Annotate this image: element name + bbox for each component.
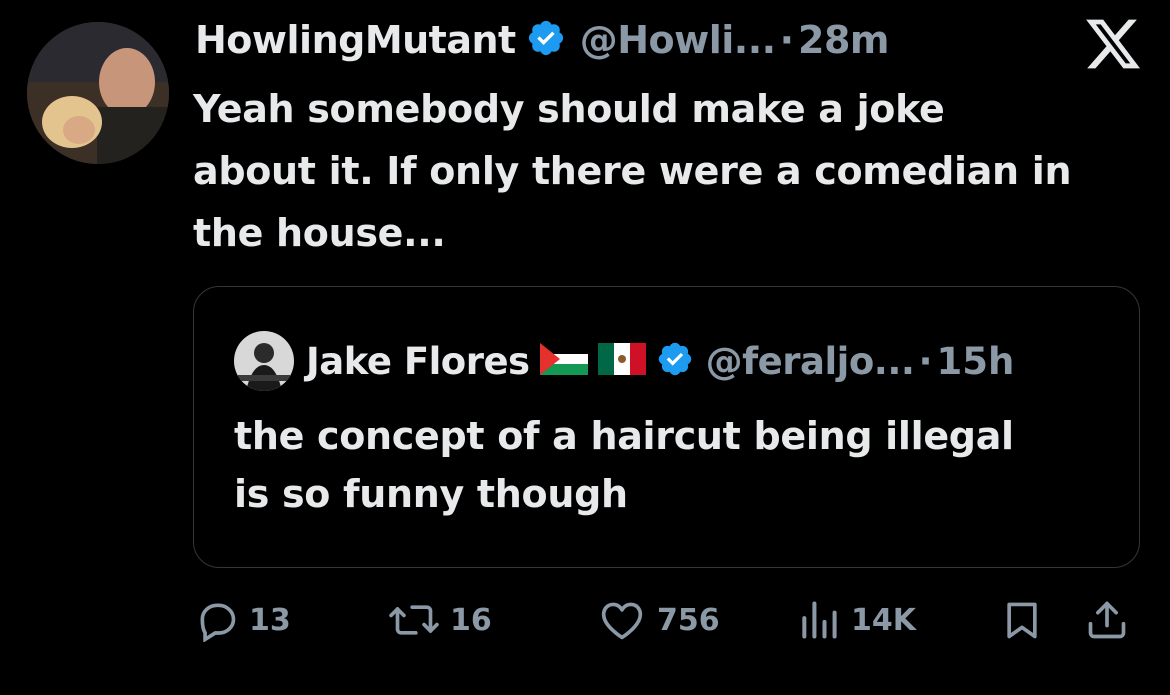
repost-count: 16 [450, 602, 492, 638]
quoted-avatar-image [234, 331, 294, 391]
author-avatar[interactable] [27, 22, 169, 164]
repost-button[interactable]: 16 [388, 595, 492, 645]
quoted-timestamp[interactable]: 15h [937, 340, 1015, 383]
verified-badge-icon [526, 18, 566, 62]
views-button[interactable]: 14K [797, 595, 916, 645]
quoted-author-avatar[interactable] [234, 331, 294, 391]
quoted-tweet-header: Jake Flores @feraljo... · 15h [234, 331, 1014, 391]
tweet-text: Yeah somebody should make a joke about i… [193, 78, 1153, 264]
tweet-timestamp[interactable]: 28m [798, 18, 889, 62]
quoted-text-line: is so funny though [234, 472, 628, 516]
quoted-author-name[interactable]: Jake Flores [306, 340, 530, 383]
bookmark-button[interactable] [1000, 595, 1044, 645]
like-button[interactable]: 756 [597, 595, 720, 645]
like-count: 756 [657, 602, 720, 638]
quoted-author-handle[interactable]: @feraljo... [706, 340, 915, 383]
quoted-tweet[interactable]: Jake Flores @feraljo... · 15h the concep… [193, 286, 1140, 568]
bookmark-icon [1007, 602, 1037, 639]
tweet-text-line: the house... [193, 211, 446, 255]
repost-icon [389, 605, 439, 635]
separator-dot: · [779, 18, 795, 62]
share-button[interactable] [1085, 595, 1129, 645]
x-logo-icon [1083, 14, 1143, 74]
like-icon [601, 602, 643, 640]
separator-dot: · [918, 339, 933, 383]
reply-button[interactable]: 13 [195, 595, 291, 645]
quoted-tweet-text: the concept of a haircut being illegal i… [234, 407, 1114, 523]
tweet-header: HowlingMutant @Howli... · 28m [195, 18, 890, 62]
verified-badge-icon [656, 340, 694, 382]
share-icon [1088, 601, 1126, 639]
palestine-flag-icon [539, 343, 588, 379]
tweet-text-line: about it. If only there were a comedian … [193, 149, 1072, 193]
avatar-image [27, 22, 169, 164]
mexico-flag-icon [597, 343, 646, 379]
author-handle[interactable]: @Howli... [580, 18, 776, 62]
reply-icon [200, 603, 236, 642]
author-name[interactable]: HowlingMutant [195, 18, 516, 62]
reply-count: 13 [249, 602, 291, 638]
action-bar: 13 16 756 14K [195, 595, 1140, 645]
quoted-text-line: the concept of a haircut being illegal [234, 414, 1014, 458]
views-icon [802, 601, 837, 639]
views-count: 14K [851, 602, 916, 638]
tweet-text-line: Yeah somebody should make a joke [193, 87, 945, 131]
